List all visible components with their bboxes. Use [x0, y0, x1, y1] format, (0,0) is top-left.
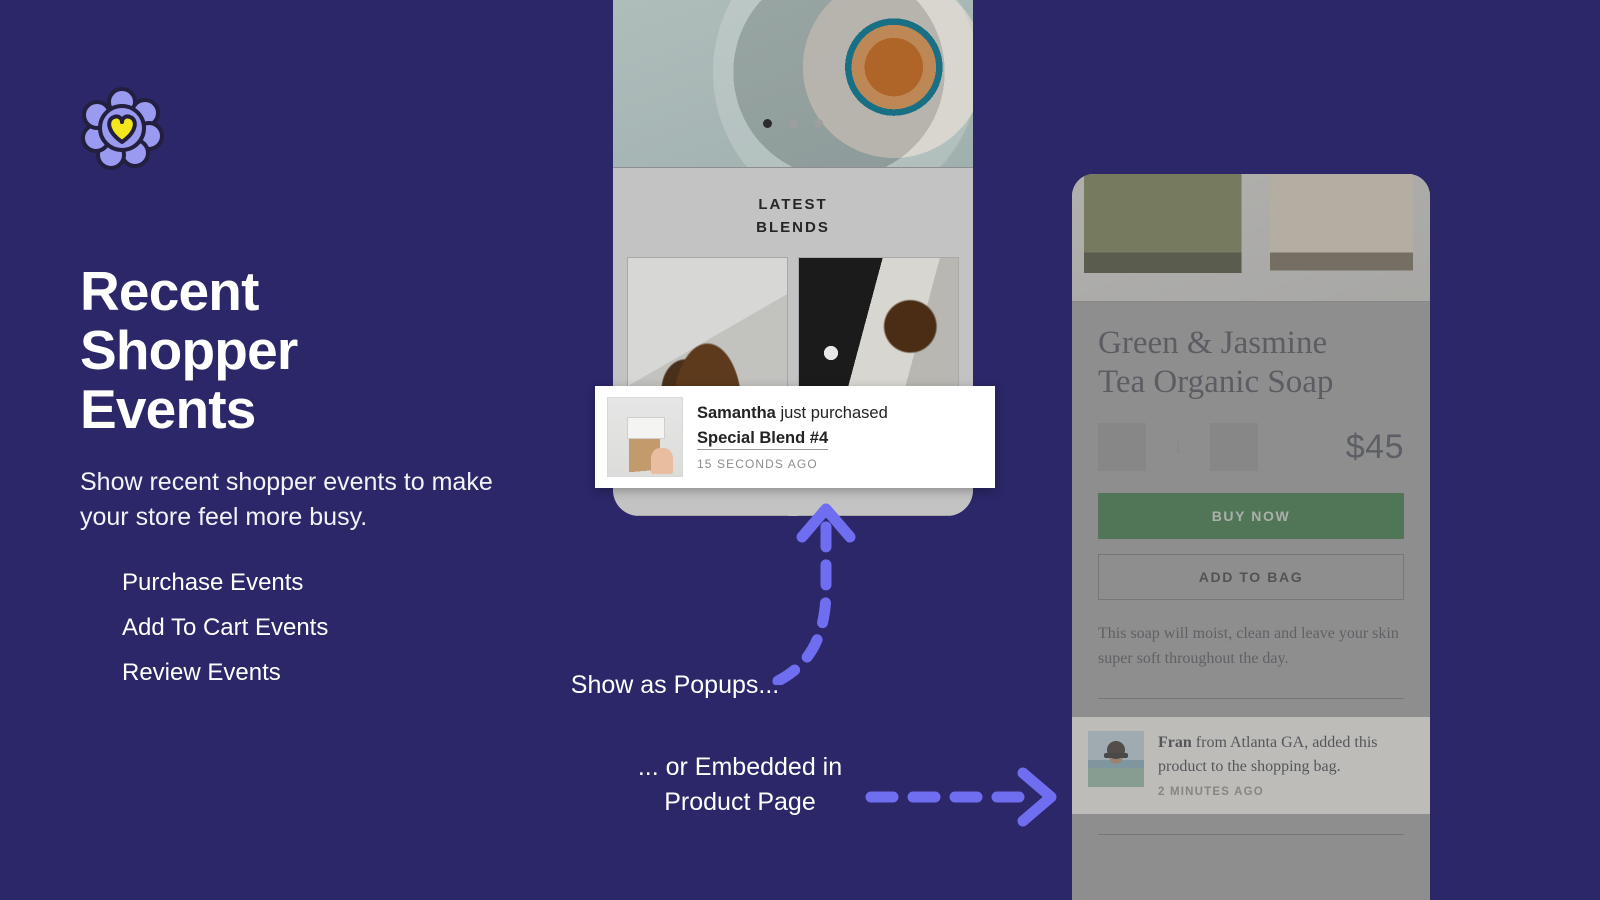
carousel-dot-1[interactable]	[763, 119, 773, 128]
dashed-curved-arrow-up-icon	[772, 503, 856, 685]
product-photo	[1072, 174, 1430, 302]
hero-subcopy: Show recent shopper events to make your …	[80, 467, 493, 532]
product-details: Green & Jasmine Tea Organic Soap 1 $45 B…	[1072, 302, 1430, 835]
buy-now-button[interactable]: BUY NOW	[1098, 493, 1404, 540]
shopper-name: Fran	[1158, 733, 1192, 751]
page-title: Recent Shopper Events	[80, 260, 298, 440]
quantity-increment-button[interactable]	[1210, 423, 1258, 472]
embedded-notification[interactable]: Fran from Atlanta GA, added this product…	[1072, 716, 1430, 814]
copy-column: Recent Shopper Events Show recent shoppe…	[80, 86, 580, 695]
section-title: LATEST BLENDS	[756, 196, 830, 236]
quantity-and-price-row: 1 $45	[1098, 423, 1404, 472]
product-description: This soap will moist, clean and leave yo…	[1098, 625, 1399, 668]
blend-tile-beans-closeup[interactable]	[798, 515, 959, 516]
store-hero-banner: Harvest LEARN MORE	[613, 0, 973, 168]
list-item: Review Events	[122, 658, 281, 686]
embedded-notification-body: Fran from Atlanta GA, added this product…	[1158, 731, 1414, 798]
quantity-decrement-button[interactable]	[1098, 423, 1146, 472]
embedded-notification-text: Fran from Atlanta GA, added this product…	[1158, 731, 1414, 779]
feature-list: Purchase Events Add To Cart Events Revie…	[80, 560, 580, 695]
avatar	[1088, 730, 1144, 787]
carousel-dots[interactable]	[613, 115, 973, 133]
popup-notification[interactable]: Samantha just purchased Special Blend #4…	[595, 386, 995, 488]
popup-notification-headline: Samantha just purchased	[697, 403, 983, 424]
carousel-dot-2[interactable]	[788, 119, 798, 128]
product-price: $45	[1345, 427, 1404, 466]
promo-slide: Recent Shopper Events Show recent shoppe…	[0, 0, 1600, 900]
list-item: Add To Cart Events	[122, 613, 329, 641]
list-item: Purchase Events	[122, 568, 304, 596]
annotation-show-as-popups: Show as Popups...	[570, 671, 780, 699]
blend-tile-specialty-bag[interactable]	[627, 515, 788, 516]
divider	[1098, 697, 1404, 699]
divider	[1098, 833, 1404, 835]
product-title: Green & Jasmine Tea Organic Soap	[1098, 325, 1334, 400]
popup-action-text: just purchased	[780, 404, 888, 423]
shopper-name: Samantha	[697, 404, 776, 423]
blend-grid-row-2	[613, 497, 973, 516]
popup-notification-body: Samantha just purchased Special Blend #4…	[697, 403, 983, 471]
carousel-dot-3[interactable]	[813, 119, 823, 128]
annotation-embedded-in-product-page: ... or Embedded in Product Page	[637, 753, 843, 816]
embedded-notification-timestamp: 2 MINUTES AGO	[1158, 785, 1264, 798]
quantity-input[interactable]: 1	[1154, 423, 1202, 472]
product-page-mockup: Green & Jasmine Tea Organic Soap 1 $45 B…	[1072, 174, 1430, 900]
add-to-bag-button[interactable]: ADD TO BAG	[1098, 554, 1404, 601]
coffee-cup-photo	[713, 0, 973, 167]
popup-product-link[interactable]: Special Blend #4	[697, 427, 829, 450]
quantity-stepper[interactable]: 1	[1098, 423, 1258, 472]
popup-timestamp: 15 SECONDS AGO	[697, 456, 818, 471]
product-thumbnail	[607, 397, 683, 477]
flower-heart-logo-icon	[80, 86, 164, 170]
